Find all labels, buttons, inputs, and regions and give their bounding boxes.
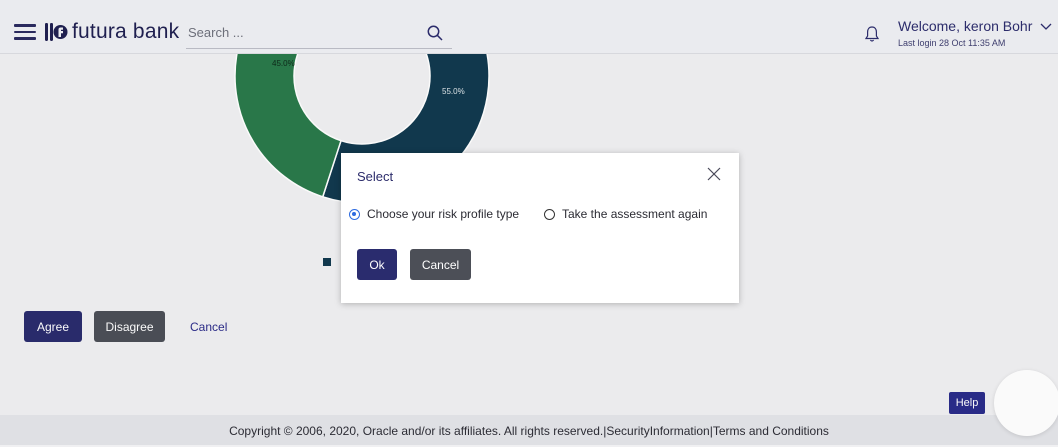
bell-icon[interactable] — [864, 25, 880, 43]
radio-button[interactable] — [544, 208, 555, 220]
ok-button[interactable]: Ok — [357, 249, 397, 280]
search-icon[interactable] — [426, 24, 444, 42]
user-menu[interactable]: Welcome, keron Bohr — [898, 18, 1052, 34]
app-header: futura bank Welcome, keron Bohr Last log… — [0, 0, 1058, 54]
radio-option-assessment[interactable]: Take the assessment again — [544, 207, 707, 221]
radio-label: Choose your risk profile type — [367, 207, 520, 221]
radio-label: Take the assessment again — [562, 207, 708, 221]
modal-cancel-button[interactable]: Cancel — [410, 249, 471, 280]
last-login-text: Last login 28 Oct 11:35 AM — [898, 38, 1006, 48]
chevron-down-icon — [1040, 23, 1052, 31]
futura-bank-logo-icon — [45, 23, 68, 41]
hamburger-menu-icon[interactable] — [14, 24, 36, 40]
brand-logo[interactable]: futura bank — [44, 18, 179, 46]
select-dialog: Select Choose your risk profile type Tak… — [341, 153, 739, 303]
close-icon[interactable] — [706, 166, 722, 182]
brand-name: futura bank — [72, 20, 180, 43]
radio-button[interactable] — [349, 208, 360, 220]
search-bar — [186, 18, 452, 49]
welcome-text: Welcome, keron Bohr — [898, 18, 1033, 34]
search-input[interactable] — [186, 18, 418, 46]
dialog-title: Select — [357, 169, 394, 184]
radio-option-risk-profile[interactable]: Choose your risk profile type — [349, 207, 519, 221]
